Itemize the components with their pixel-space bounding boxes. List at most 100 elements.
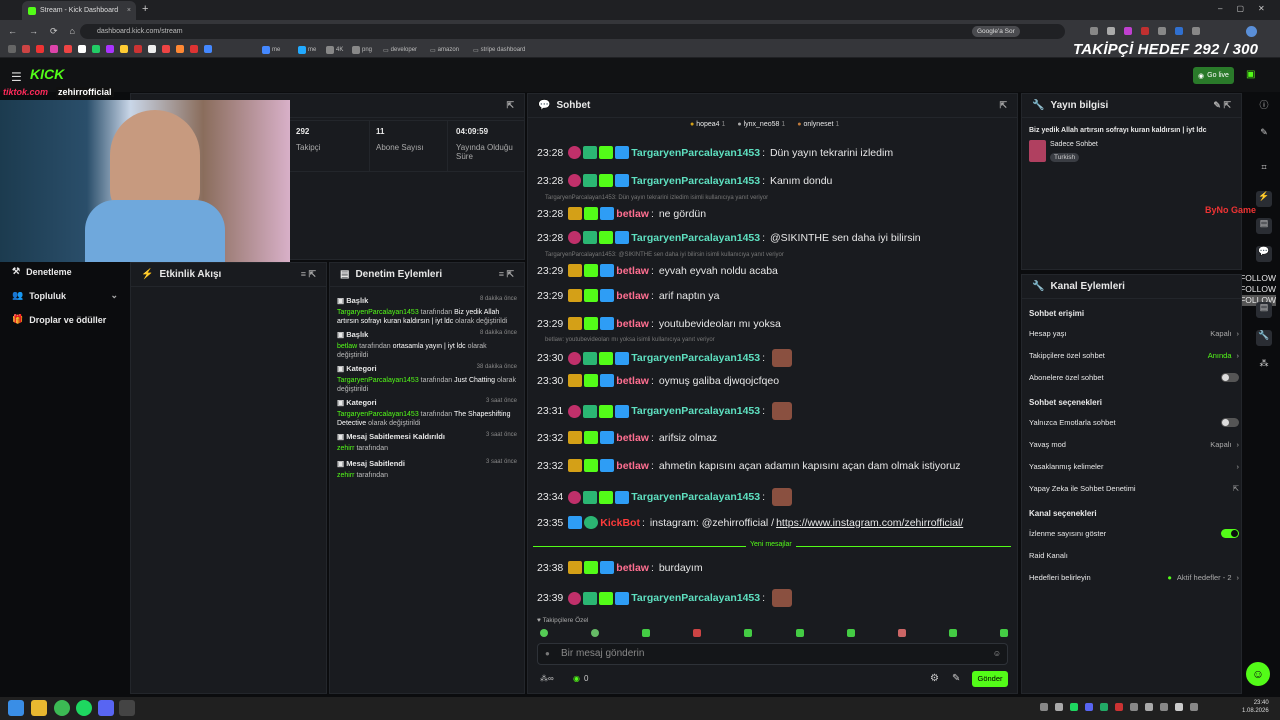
- mod-action-item[interactable]: ▣ Kategori 38 dakika önce TargaryenParcala…: [337, 364, 519, 394]
- close-icon[interactable]: ×: [127, 7, 131, 14]
- sidebar-item-denetleme[interactable]: ⚒ Denetleme: [12, 266, 72, 277]
- emoji-icon[interactable]: ☺: [993, 649, 1001, 658]
- chat-bubble-icon[interactable]: 💬: [1256, 246, 1272, 262]
- info-icon[interactable]: ⓘ: [1256, 98, 1272, 114]
- channel-option-row[interactable]: İzlenme sayısını göster: [1029, 529, 1239, 538]
- og-badge-icon: [583, 174, 598, 187]
- file-explorer-icon[interactable]: [31, 700, 47, 716]
- new-tab-icon[interactable]: +: [142, 3, 148, 15]
- byno-overlay: ByNo Game: [1205, 205, 1257, 215]
- bookmark-4k[interactable]: 4K: [326, 45, 343, 55]
- stat-subscribers: 11 Abone Sayısı: [376, 127, 424, 152]
- url-input[interactable]: dashboard.kick.com/stream: [80, 24, 1065, 39]
- menu-icon[interactable]: ☰: [11, 70, 22, 84]
- channel-option-row[interactable]: Takipçilere özel sohbet Anında ›: [1029, 351, 1239, 360]
- chat-username: TargaryenParcalayan1453: [631, 491, 761, 503]
- chat-message[interactable]: 23:32 betlaw: ahmetin kapısını açan adam…: [537, 459, 961, 472]
- wrench-icon[interactable]: 🔧: [1256, 330, 1272, 346]
- bookmark-icons[interactable]: [8, 45, 212, 53]
- bookmark-developer[interactable]: ▭ developer: [383, 45, 417, 55]
- channel-option-row[interactable]: Yapay Zeka ile Sohbet Denetimi ⇱: [1029, 484, 1239, 493]
- instagram-link[interactable]: https://www.instagram.com/zehirrofficial…: [776, 517, 963, 529]
- filter-icon[interactable]: ≡ ⇱: [301, 269, 316, 280]
- chat-message[interactable]: 23:38 betlaw: burdayım: [537, 561, 703, 574]
- stat-followers: 292 Takipçi: [296, 127, 321, 152]
- chat-text: eyvah eyvah noldu acaba: [658, 264, 778, 277]
- studio-icon[interactable]: ▣: [1246, 69, 1255, 80]
- chevron-right-icon: ›: [1236, 440, 1240, 449]
- mod-action-item[interactable]: ▣ Mesaj Sabitlendi 3 saat önce zehirr tara…: [337, 459, 519, 480]
- chat-message[interactable]: 23:32 betlaw: arifsiz olmaz: [537, 431, 717, 444]
- chat-tools-icon[interactable]: ✎: [952, 673, 960, 684]
- chat-message[interactable]: 23:39 TargaryenParcalayan1453:: [537, 589, 792, 607]
- chat-message[interactable]: 23:28 TargaryenParcalayan1453: @SIKINTHE…: [537, 231, 921, 244]
- channel-points[interactable]: ◉ 0: [573, 674, 588, 683]
- channel-option-row[interactable]: Yalnızca Emotlarla sohbet: [1029, 418, 1239, 427]
- chat-message[interactable]: 23:29 betlaw: youtubevideoları mı yoksa: [537, 317, 781, 330]
- chat-message[interactable]: 23:29 betlaw: arif naptın ya: [537, 289, 720, 302]
- channel-option-row[interactable]: Hedefleri belirleyin ● Aktif hedefler - 2 ›: [1029, 573, 1239, 582]
- bolt-icon[interactable]: ⚡: [1256, 191, 1272, 207]
- mod-action-item[interactable]: ▣ Başlık 8 dakika önce betlaw tarafından o…: [337, 330, 519, 360]
- bookmark-me-1[interactable]: me: [262, 45, 280, 55]
- chat-message[interactable]: 23:28 TargaryenParcalayan1453: Kanım don…: [537, 174, 832, 187]
- bookmark-amazon[interactable]: ▭ amazon: [430, 45, 459, 55]
- channel-option-row[interactable]: Abonelere özel sohbet: [1029, 373, 1239, 382]
- chat-message[interactable]: 23:29 betlaw: eyvah eyvah noldu acaba: [537, 264, 778, 277]
- popout-icon[interactable]: ⇱: [999, 100, 1007, 111]
- chat-message[interactable]: 23:34 TargaryenParcalayan1453:: [537, 488, 792, 506]
- channel-option-row[interactable]: Yasaklanmış kelimeler ›: [1029, 462, 1239, 471]
- nav-buttons[interactable]: ←→⟳⌂: [8, 26, 87, 37]
- system-tray[interactable]: [1040, 703, 1235, 713]
- filter-icon[interactable]: ≡ ⇱: [499, 269, 514, 280]
- channel-option-row[interactable]: Hesap yaşı Kapalı ›: [1029, 329, 1239, 338]
- chat-input[interactable]: ● Bir mesaj gönderin ☺: [537, 643, 1008, 665]
- points-icon[interactable]: ⁂∞: [540, 674, 554, 683]
- chat-message[interactable]: 23:31 TargaryenParcalayan1453:: [537, 402, 792, 420]
- chrome-icon[interactable]: [54, 700, 70, 716]
- mod-action-item[interactable]: ▣ Mesaj Sabitlemesi Kaldırıldı 3 saat önc…: [337, 432, 519, 453]
- extensions-bar[interactable]: [1090, 27, 1240, 36]
- profile-avatar-icon[interactable]: [1246, 26, 1257, 37]
- chat-username: TargaryenParcalayan1453: [631, 231, 761, 244]
- bookmark-png[interactable]: png: [352, 45, 372, 55]
- channel-option-row[interactable]: Raid Kanalı: [1029, 551, 1239, 560]
- clipboard-icon[interactable]: ▤: [1256, 218, 1272, 234]
- chat-text: burdayım: [658, 561, 703, 574]
- popout-icon[interactable]: ⇱: [506, 100, 514, 111]
- panel-icon[interactable]: ▤: [1256, 302, 1272, 318]
- sidebar-item-topluluk[interactable]: 👥 Topluluk ⌄: [12, 290, 118, 301]
- chat-message[interactable]: 23:35 KickBot: instagram: @zehirrofficia…: [537, 516, 963, 529]
- spotify-icon[interactable]: [76, 700, 92, 716]
- obs-icon[interactable]: [119, 700, 135, 716]
- chat-username: TargaryenParcalayan1453: [631, 405, 761, 417]
- chat-message[interactable]: 23:28 TargaryenParcalayan1453: Dün yayın…: [537, 146, 893, 159]
- windows-start-icon[interactable]: [8, 700, 24, 716]
- chevron-right-icon: ›: [1236, 351, 1240, 360]
- google-ask-button[interactable]: Google'a Sor: [972, 26, 1020, 37]
- tiktok-overlay: tiktok.com: [3, 87, 49, 97]
- edit-icon[interactable]: ✎ ⇱: [1213, 100, 1231, 111]
- bookmark-me-2[interactable]: me: [298, 45, 316, 55]
- settings-icon[interactable]: ⚙: [930, 673, 939, 684]
- discord-icon[interactable]: [98, 700, 114, 716]
- mod-action-item[interactable]: ▣ Kategori 3 saat önce TargaryenParcalayan…: [337, 398, 519, 428]
- share-icon[interactable]: ⁂: [1256, 358, 1272, 374]
- chat-message[interactable]: 23:30 TargaryenParcalayan1453:: [537, 349, 792, 367]
- chevron-right-icon: ›: [1236, 462, 1240, 471]
- chat-message[interactable]: 23:30 betlaw: oymuş galiba djwqojcfqeo: [537, 374, 779, 387]
- chat-message[interactable]: 23:28 betlaw: ne gördün: [537, 207, 706, 220]
- mod-action-item[interactable]: ▣ Başlık 8 dakika önce TargaryenParcalayan…: [337, 296, 519, 326]
- channel-option-row[interactable]: Yavaş mod Kapalı ›: [1029, 440, 1239, 449]
- quick-emotes[interactable]: [540, 629, 1008, 637]
- pencil-icon[interactable]: ✎: [1256, 127, 1272, 143]
- go-live-button[interactable]: ◉ Go live: [1193, 67, 1234, 84]
- browser-tab[interactable]: Stream - Kick Dashboard ×: [22, 1, 136, 20]
- kick-logo[interactable]: KICK: [30, 66, 64, 82]
- sidebar-item-droplar[interactable]: 🎁 Droplar ve ödüller: [12, 314, 106, 325]
- crop-icon[interactable]: ⌗: [1256, 162, 1272, 178]
- send-button[interactable]: Gönder: [972, 671, 1008, 687]
- help-icon[interactable]: ☺: [1246, 662, 1270, 686]
- window-controls[interactable]: –▢✕: [1218, 4, 1279, 13]
- bookmark-stripe[interactable]: ▭ stripe dashboard: [473, 45, 525, 55]
